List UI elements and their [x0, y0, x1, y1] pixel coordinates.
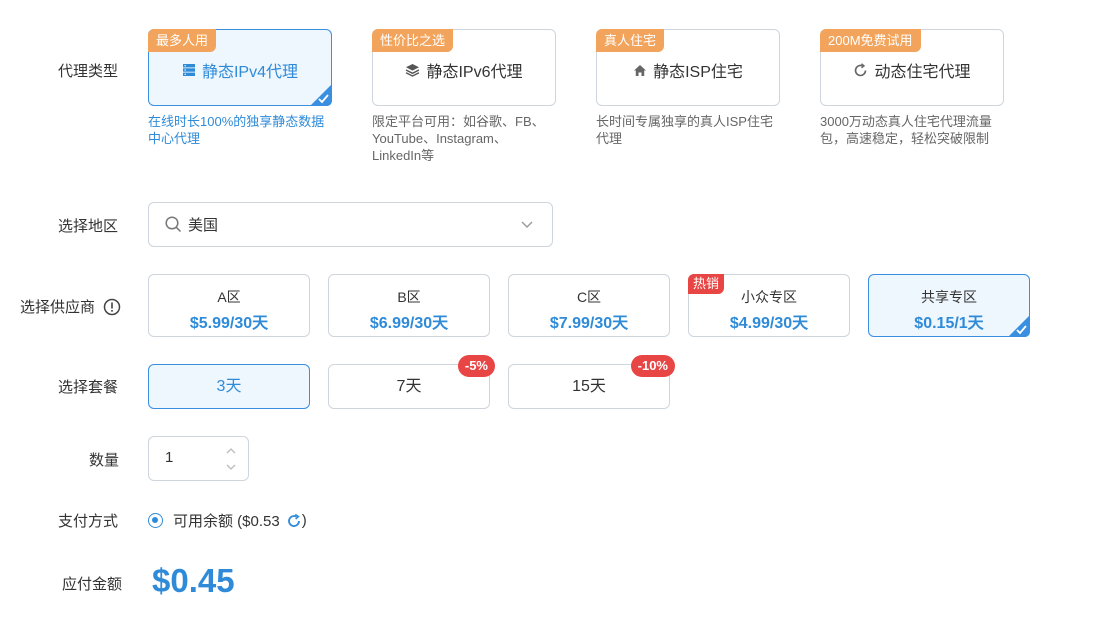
- home-icon: [634, 64, 647, 76]
- proxy-type-title: 动态住宅代理: [874, 64, 971, 81]
- balance-radio[interactable]: [148, 513, 163, 528]
- provider-card-a[interactable]: A区 $5.99/30天: [148, 274, 310, 337]
- proxy-type-isp-card[interactable]: 真人住宅 静态ISP住宅: [596, 29, 780, 106]
- provider-label-wrap: 选择供应商: [20, 296, 121, 317]
- provider-price: $4.99/30天: [729, 315, 809, 332]
- selected-check-icon: [310, 84, 332, 106]
- payment-option-balance[interactable]: 可用余额 ($0.53 ): [148, 510, 307, 531]
- package-label: 3天: [216, 378, 242, 395]
- balance-close-paren: ): [301, 512, 307, 529]
- provider-name: C区: [576, 289, 602, 305]
- provider-card-niche[interactable]: 热销 小众专区 $4.99/30天: [688, 274, 850, 337]
- package-label: 7天: [396, 378, 422, 395]
- quantity-input[interactable]: [165, 449, 215, 466]
- provider-name: 共享专区: [921, 289, 977, 305]
- package-label: 15天: [572, 378, 606, 395]
- proxy-type-title: 静态IPv6代理: [426, 64, 523, 81]
- chevron-down-icon[interactable]: [224, 461, 238, 473]
- info-icon[interactable]: [103, 298, 121, 316]
- badge: 真人住宅: [596, 29, 665, 52]
- refresh-circle-icon: [855, 62, 867, 76]
- region-label: 选择地区: [58, 218, 119, 235]
- payment-label: 支付方式: [58, 513, 119, 530]
- proxy-type-desc: 在线时长100%的独享静态数据中心代理: [148, 114, 325, 146]
- badge: 200M免费试用: [820, 29, 921, 52]
- discount-badge: -5%: [457, 355, 495, 377]
- badge: 最多人用: [148, 29, 217, 52]
- proxy-type-desc: 限定平台可用：如谷歌、FB、YouTube、Instagram、LinkedIn…: [372, 114, 545, 163]
- amount-due-value: $0.45: [152, 562, 235, 599]
- provider-price: $5.99/30天: [189, 315, 269, 332]
- badge: 性价比之选: [372, 29, 454, 52]
- layers-icon: [406, 64, 420, 77]
- balance-label: 可用余额 ($0.53: [173, 513, 280, 530]
- search-icon: [165, 216, 182, 233]
- refresh-icon[interactable]: [286, 513, 302, 529]
- chevron-down-icon: [521, 221, 533, 228]
- proxy-type-ipv6-card[interactable]: 性价比之选 静态IPv6代理: [372, 29, 556, 106]
- provider-card-shared[interactable]: 共享专区 $0.15/1天: [868, 274, 1030, 337]
- region-value: 美国: [188, 217, 219, 234]
- proxy-type-desc: 3000万动态真人住宅代理流量包，高速稳定，轻松突破限制: [820, 114, 992, 146]
- proxy-type-label: 代理类型: [58, 63, 119, 80]
- package-3-days[interactable]: 3天: [148, 364, 310, 409]
- proxy-type-ipv4-card[interactable]: 最多人用 静态IPv4代理: [148, 29, 332, 106]
- provider-card-c[interactable]: C区 $7.99/30天: [508, 274, 670, 337]
- selected-check-icon: [1008, 315, 1030, 337]
- region-select[interactable]: 美国: [148, 202, 553, 247]
- package-label: 选择套餐: [58, 379, 119, 396]
- proxy-type-title: 静态IPv4代理: [201, 64, 299, 81]
- provider-card-b[interactable]: B区 $6.99/30天: [328, 274, 490, 337]
- chevron-up-icon[interactable]: [224, 445, 238, 457]
- provider-price: $0.15/1天: [914, 315, 984, 332]
- proxy-type-title: 静态ISP住宅: [653, 64, 743, 81]
- quantity-stepper[interactable]: [148, 436, 249, 481]
- amount-due-label: 应付金额: [62, 576, 123, 593]
- discount-badge: -10%: [630, 355, 675, 377]
- quantity-label: 数量: [89, 452, 120, 469]
- provider-price: $6.99/30天: [369, 315, 449, 332]
- proxy-type-desc: 长时间专属独享的真人ISP住宅代理: [596, 114, 773, 146]
- provider-name: B区: [397, 289, 421, 305]
- provider-price: $7.99/30天: [549, 315, 629, 332]
- provider-name: A区: [217, 289, 241, 305]
- server-icon: [182, 64, 195, 76]
- package-15-days[interactable]: 15天 -10%: [508, 355, 675, 409]
- hot-badge: 热销: [688, 274, 725, 294]
- package-7-days[interactable]: 7天 -5%: [328, 355, 495, 409]
- proxy-type-dynamic-card[interactable]: 200M免费试用 动态住宅代理: [820, 29, 1004, 106]
- provider-label: 选择供应商: [20, 299, 96, 316]
